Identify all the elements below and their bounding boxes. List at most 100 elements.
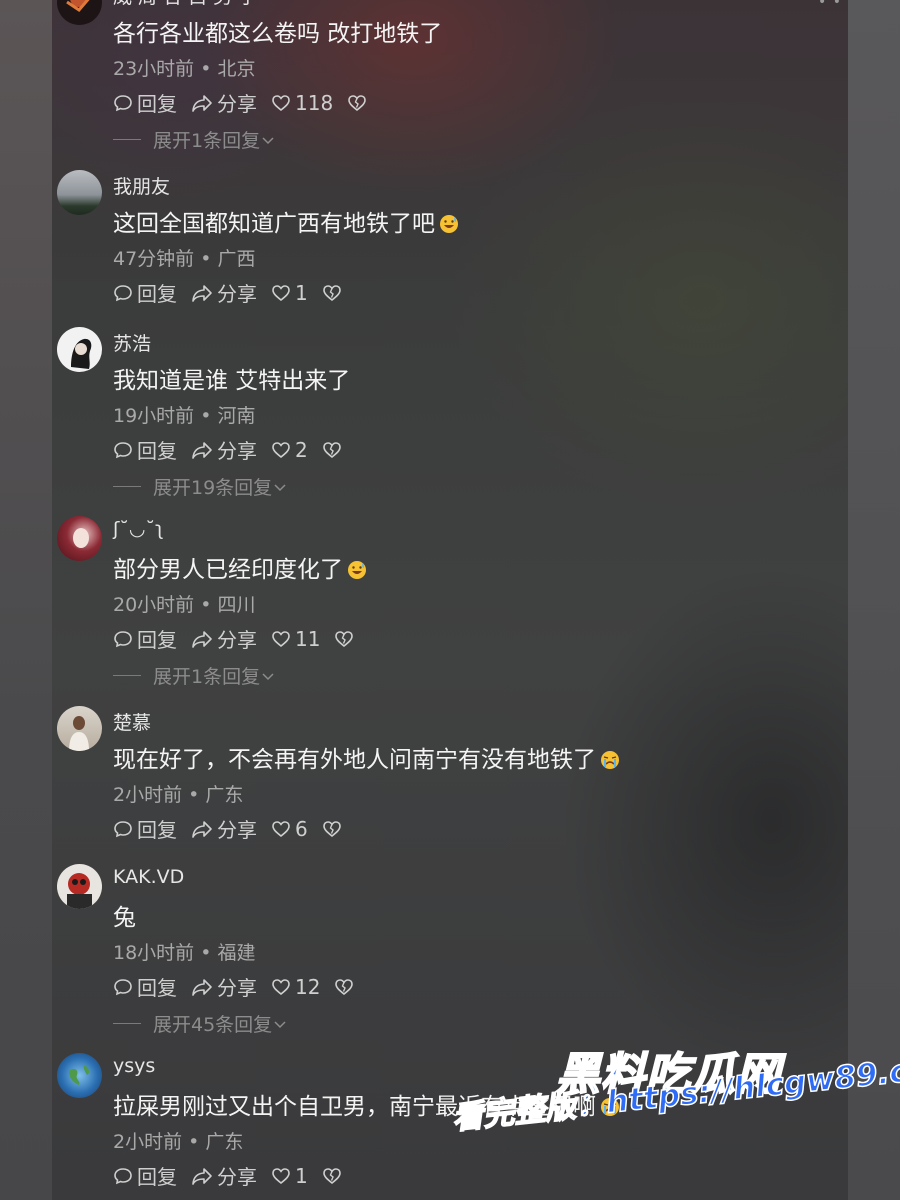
left-backdrop (0, 0, 52, 1200)
share-button[interactable]: 分享 (191, 278, 257, 307)
dislike-button[interactable] (334, 630, 358, 648)
username[interactable]: 苏浩 (113, 329, 151, 356)
dislike-button[interactable] (322, 284, 346, 302)
comment-meta: 19小时前 • 河南 (113, 405, 256, 427)
broken-heart-icon (335, 978, 354, 995)
share-arrow-icon (192, 441, 212, 459)
divider (113, 139, 141, 140)
broken-heart-icon (322, 441, 341, 458)
reply-button[interactable]: 回复 (113, 1161, 177, 1190)
comment-text: 现在好了，不会再有外地人问南宁有没有地铁了 (113, 740, 620, 774)
heart-icon (272, 978, 290, 995)
share-arrow-icon (192, 630, 212, 648)
share-button[interactable]: 分享 (191, 972, 257, 1001)
expand-replies-button[interactable]: 展开45条回复 (113, 1010, 288, 1037)
heart-icon (272, 94, 290, 111)
expand-replies-button[interactable]: 展开1条回复 (113, 126, 276, 153)
comment-text: 我知道是谁 艾特出来了 (113, 368, 351, 394)
like-button[interactable]: 1 (271, 1164, 308, 1188)
reply-button[interactable]: 回复 (113, 624, 177, 653)
like-button[interactable]: 118 (271, 91, 333, 115)
comment-text: 兔 (113, 905, 136, 931)
comment-panel: • • 威 周 合 白 男 子 各行各业都这么卷吗 改打地铁了 23小时前 • … (52, 0, 848, 1200)
username[interactable]: 我朋友 (113, 172, 170, 199)
dislike-button[interactable] (347, 94, 371, 112)
dislike-button[interactable] (334, 978, 358, 996)
like-button[interactable]: 12 (271, 975, 320, 999)
expand-replies-button[interactable]: 展开19条回复 (113, 473, 288, 500)
divider (113, 1023, 141, 1024)
comment-actions: 回复 分享 11 (113, 624, 372, 653)
avatar[interactable] (57, 0, 102, 25)
right-backdrop (848, 0, 900, 1200)
reply-button[interactable]: 回复 (113, 88, 177, 117)
like-button[interactable]: 11 (271, 627, 320, 651)
username[interactable]: 威 周 合 白 男 子 (113, 0, 257, 9)
comment-meta: 20小时前 • 四川 (113, 594, 256, 616)
reply-bubble-icon (114, 1167, 132, 1184)
broken-heart-icon (348, 94, 366, 111)
reply-button[interactable]: 回复 (113, 278, 177, 307)
share-button[interactable]: 分享 (191, 1161, 257, 1190)
reply-bubble-icon (114, 820, 132, 837)
comment-actions: 回复 分享 1 (113, 278, 360, 307)
broken-heart-icon (322, 820, 341, 837)
crying-emoji (601, 751, 619, 769)
avatar[interactable] (57, 1053, 102, 1098)
heart-icon (272, 820, 290, 837)
broken-heart-icon (322, 284, 341, 301)
reply-bubble-icon (114, 630, 132, 647)
broken-heart-icon (322, 1167, 341, 1184)
username[interactable]: 楚慕 (113, 708, 151, 735)
divider (113, 675, 141, 676)
reply-bubble-icon (114, 284, 132, 301)
chevron-down-icon (274, 483, 286, 491)
heart-icon (272, 284, 290, 301)
username[interactable]: KAK.VD (113, 866, 184, 888)
reply-button[interactable]: 回复 (113, 435, 177, 464)
chevron-down-icon (262, 136, 274, 144)
like-button[interactable]: 6 (271, 817, 308, 841)
avatar[interactable] (57, 864, 102, 909)
share-arrow-icon (192, 978, 212, 996)
heart-icon (272, 1167, 290, 1184)
comment-actions: 回复 分享 118 (113, 88, 385, 117)
share-arrow-icon (192, 820, 212, 838)
dislike-button[interactable] (322, 820, 346, 838)
heart-icon (272, 441, 290, 458)
comment-actions: 回复 分享 2 (113, 435, 360, 464)
reply-bubble-icon (114, 978, 132, 995)
chevron-down-icon (274, 1020, 286, 1028)
comment-meta: 47分钟前 • 广西 (113, 248, 256, 270)
share-button[interactable]: 分享 (191, 435, 257, 464)
username[interactable]: ysys (113, 1055, 155, 1077)
comment-text: 这回全国都知道广西有地铁了吧 (113, 204, 459, 238)
avatar[interactable] (57, 516, 102, 561)
avatar[interactable] (57, 706, 102, 751)
share-button[interactable]: 分享 (191, 88, 257, 117)
broken-heart-icon (335, 630, 354, 647)
grinning-sweat-emoji (440, 215, 458, 233)
reply-button[interactable]: 回复 (113, 814, 177, 843)
comment-text: 各行各业都这么卷吗 改打地铁了 (113, 21, 443, 47)
comment-meta: 18小时前 • 福建 (113, 942, 256, 964)
comment-meta: 2小时前 • 广东 (113, 1131, 244, 1153)
share-button[interactable]: 分享 (191, 814, 257, 843)
avatar[interactable] (57, 327, 102, 372)
reply-bubble-icon (114, 94, 132, 111)
chevron-down-icon (262, 672, 274, 680)
comment-actions: 回复 分享 6 (113, 814, 360, 843)
more-options-icon[interactable]: • • (818, 0, 842, 10)
avatar[interactable] (57, 170, 102, 215)
expand-replies-button[interactable]: 展开1条回复 (113, 662, 276, 689)
share-arrow-icon (192, 94, 212, 112)
dislike-button[interactable] (322, 1167, 346, 1185)
like-button[interactable]: 2 (271, 438, 308, 462)
like-button[interactable]: 1 (271, 281, 308, 305)
username[interactable]: ʃ˘◡˘ʅ (113, 518, 164, 540)
heart-icon (272, 630, 290, 647)
share-button[interactable]: 分享 (191, 624, 257, 653)
comment-text: 部分男人已经印度化了 (113, 550, 367, 584)
dislike-button[interactable] (322, 441, 346, 459)
reply-button[interactable]: 回复 (113, 972, 177, 1001)
